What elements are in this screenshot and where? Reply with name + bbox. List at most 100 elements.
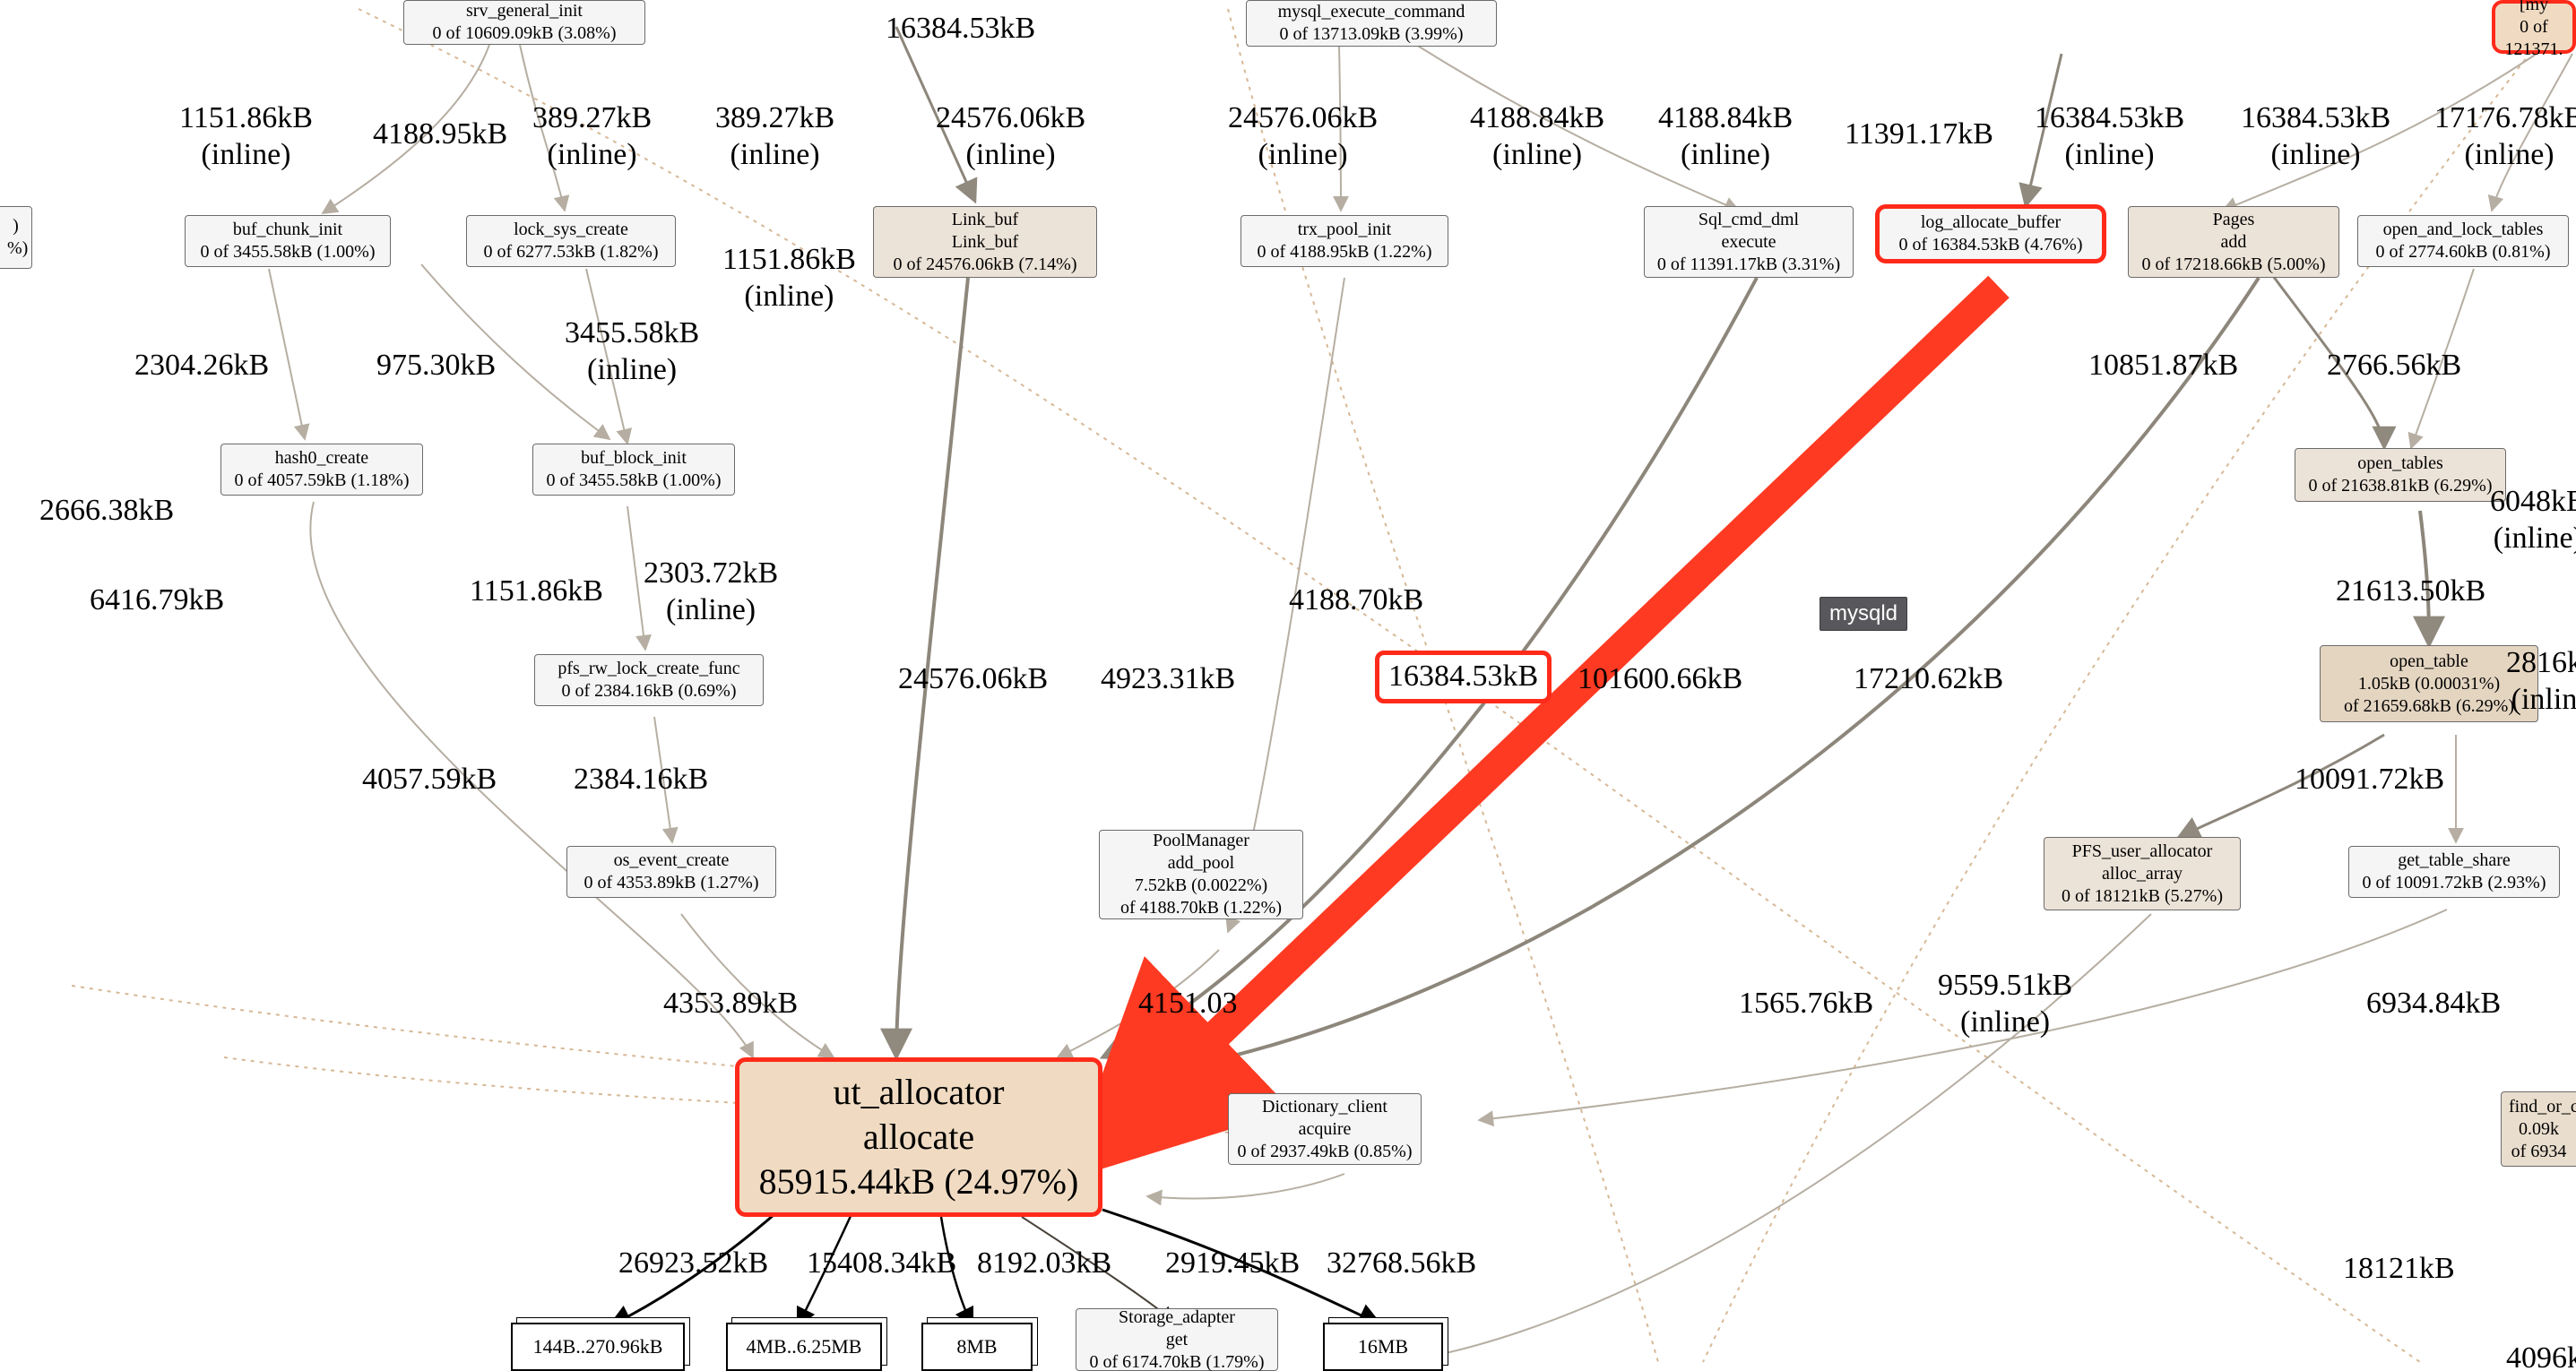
node-buf-block-init[interactable]: buf_block_init 0 of 3455.58kB (1.00%) [532,444,735,496]
node-root-truncated[interactable]: [my 0 of 121371. [2492,0,2576,54]
node-title: open_and_lock_tables [2365,219,2561,241]
bucket-label: 144B..270.96kB [533,1335,663,1358]
node-title: os_event_create [575,849,768,872]
bucket-2[interactable]: 4MB..6.25MB [726,1323,882,1371]
node-title: log_allocate_buffer [1887,211,2095,234]
node-storage-adapter[interactable]: Storage_adapter get 0 of 6174.70kB (1.79… [1076,1308,1278,1371]
node-title: get_table_share [2356,849,2552,872]
edge-label: 16384.53kB (inline) [2035,100,2184,174]
node-l3: 0 of 6174.70kB (1.79%) [1084,1351,1270,1371]
edge-label: 11391.17kB [1845,116,1993,153]
edge-label: 1151.86kB (inline) [179,100,313,174]
node-subtitle: 0 of 4057.59kB (1.18%) [229,470,415,492]
node-subtitle: 0 of 24576.06kB (7.14%) [881,254,1089,276]
edge-label: 2919.45kB [1165,1246,1300,1282]
node-l1: ut_allocator [747,1070,1091,1115]
node-pfs-user-allocator[interactable]: PFS_user_allocator alloc_array 0 of 1812… [2044,837,2241,910]
node-l1: Dictionary_client [1236,1096,1413,1118]
node-subtitle: of 21659.68kB (6.29%) [2328,695,2530,718]
edge-label: 4188.84kB (inline) [1658,100,1793,174]
edge-label: 16384.53kB (inline) [2241,100,2390,174]
edge-label: 101600.66kB [1578,661,1742,698]
edge-label: 26923.52kB [618,1246,768,1282]
edge-label: 8192.03kB [977,1246,1111,1282]
node-get-table-share[interactable]: get_table_share 0 of 10091.72kB (2.93%) [2348,846,2560,898]
node-subtitle: 0 of 13713.09kB (3.99%) [1254,23,1489,46]
node-l2: alloc_array [2052,863,2233,885]
node-title: hash0_create [229,447,415,470]
edge-label: 10851.87kB [2088,348,2238,384]
edge-label: 17210.62kB [1854,661,2003,698]
node-hash0-create[interactable]: hash0_create 0 of 4057.59kB (1.18%) [220,444,423,496]
node-srv-general-init[interactable]: srv_general_init 0 of 10609.09kB (3.08%) [403,0,645,45]
node-l3: 0 of 2937.49kB (0.85%) [1236,1141,1413,1163]
edge-label: 2666.38kB [39,493,174,530]
node-title: mysql_execute_command [1254,1,1489,23]
node-subtitle: 0 of 10091.72kB (2.93%) [2356,872,2552,894]
edge-label: 2303.72kB (inline) [644,556,778,629]
node-line1: ) [7,215,24,237]
node-ut-allocator[interactable]: ut_allocator allocate 85915.44kB (24.97%… [735,1057,1102,1217]
node-mysql-execute-command[interactable]: mysql_execute_command 0 of 13713.09kB (3… [1246,0,1497,47]
node-log-allocate-buffer[interactable]: log_allocate_buffer 0 of 16384.53kB (4.7… [1875,204,2106,263]
bucket-label: 8MB [956,1335,997,1358]
node-subtitle: 0 of 3455.58kB (1.00%) [193,241,383,263]
bucket-3[interactable]: 8MB [921,1323,1033,1371]
node-open-tables[interactable]: open_tables 0 of 21638.81kB (6.29%) [2295,448,2506,502]
node-dictionary-client[interactable]: Dictionary_client acquire 0 of 2937.49kB… [1228,1093,1422,1165]
node-line2: %) [7,237,24,260]
node-subtitle: 0 of 121371. [2503,16,2565,61]
node-subtitle: 0 of 17218.66kB (5.00%) [2136,254,2331,276]
edge-label: 24576.06kB [898,661,1048,698]
node-l3: 85915.44kB (24.97%) [747,1160,1091,1204]
node-pages-add[interactable]: Pages add 0 of 17218.66kB (5.00%) [2128,206,2339,278]
node-l2: 0.09k [2509,1118,2569,1141]
node-sql-cmd-dml[interactable]: Sql_cmd_dml execute 0 of 11391.17kB (3.3… [1644,206,1854,278]
edge-label: 2766.56kB [2327,348,2461,384]
edge-label: 6416.79kB [90,582,224,619]
node-open-and-lock-tables[interactable]: open_and_lock_tables 0 of 2774.60kB (0.8… [2357,215,2569,267]
edge-label: 6048kB (inline) [2490,484,2576,557]
edge-label: 24576.06kB (inline) [1228,100,1378,174]
node-subtitle: 0 of 2774.60kB (0.81%) [2365,241,2561,263]
node-title: srv_general_init [411,0,637,22]
bucket-4[interactable]: 16MB [1323,1323,1443,1371]
node-title2: 1.05kB (0.00031%) [2328,673,2530,695]
node-title: Link_buf [881,209,1089,231]
edge-label: 24576.06kB (inline) [936,100,1085,174]
edge-label: 4151.03 [1138,986,1238,1022]
node-subtitle: 0 of 3455.58kB (1.00%) [540,470,727,492]
node-buf-chunk-init[interactable]: buf_chunk_init 0 of 3455.58kB (1.00%) [185,215,391,267]
edge-label: 4923.31kB [1101,661,1235,698]
edge-label: 4057.59kB [362,762,497,798]
node-os-event-create[interactable]: os_event_create 0 of 4353.89kB (1.27%) [566,846,776,898]
node-title: lock_sys_create [474,219,668,241]
node-pfs-rw-lock[interactable]: pfs_rw_lock_create_func 0 of 2384.16kB (… [534,654,764,706]
node-l1: PoolManager [1107,830,1295,852]
node-subtitle: 0 of 4353.89kB (1.27%) [575,872,768,894]
edge-label: 2304.26kB [134,348,269,384]
edge-label: 4188.95kB [373,116,507,153]
node-trx-pool-init[interactable]: trx_pool_init 0 of 4188.95kB (1.22%) [1240,215,1448,267]
node-lock-sys-create[interactable]: lock_sys_create 0 of 6277.53kB (1.82%) [466,215,676,267]
node-l2: acquire [1236,1118,1413,1141]
tooltip-text: mysqld [1829,601,1897,625]
node-link-buf[interactable]: Link_buf Link_buf 0 of 24576.06kB (7.14%… [873,206,1097,278]
node-title: buf_chunk_init [193,219,383,241]
node-l3: 7.52kB (0.0022%) [1107,875,1295,897]
bucket-1[interactable]: 144B..270.96kB [511,1323,685,1371]
node-left-truncated[interactable]: ) %) [0,206,32,269]
edge-label: 4188.70kB [1289,582,1423,619]
node-title: open_tables [2303,453,2498,475]
node-title: trx_pool_init [1249,219,1440,241]
node-subtitle: 0 of 4188.95kB (1.22%) [1249,241,1440,263]
node-pool-manager[interactable]: PoolManager add_pool 7.52kB (0.0022%) of… [1099,830,1303,919]
node-find-or-truncated[interactable]: find_or_c 0.09k of 6934 [2501,1091,2576,1167]
bucket-label: 16MB [1358,1335,1408,1358]
edge-label: 2816k (inlin [2506,645,2576,719]
tooltip: mysqld [1820,597,1907,631]
edge-label: 2384.16kB [574,762,708,798]
node-title2: Link_buf [881,231,1089,254]
node-subtitle: 0 of 21638.81kB (6.29%) [2303,475,2498,497]
node-l2: get [1084,1329,1270,1351]
